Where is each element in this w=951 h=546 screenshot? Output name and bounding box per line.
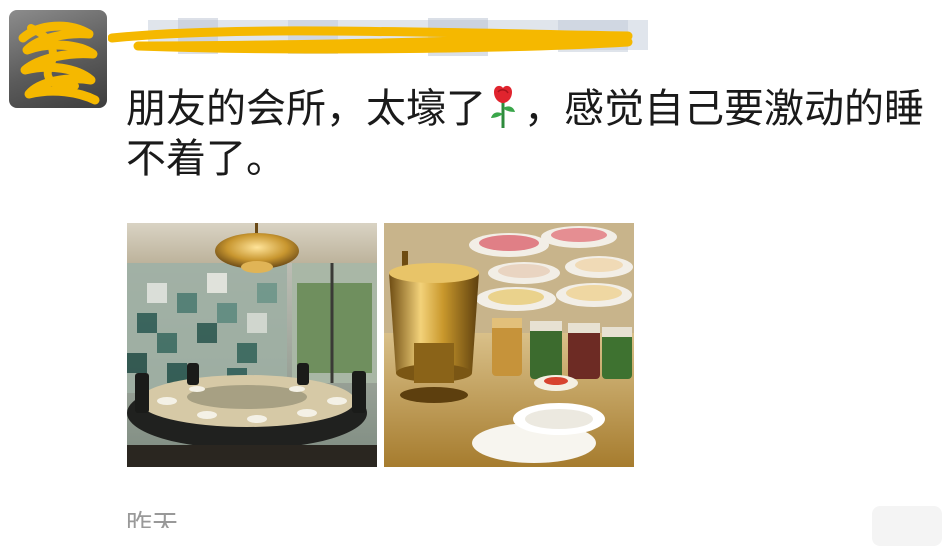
post-text-part-1: 朋友的会所，太壕了: [126, 86, 486, 132]
photo-dining-room[interactable]: [127, 223, 377, 467]
username-redaction: [108, 18, 648, 56]
timestamp: 昨天: [126, 510, 179, 528]
avatar-redaction-scribble: [18, 21, 100, 105]
post-text: 朋友的会所，太壕了 ，感觉自己要激动的睡不着了。: [126, 84, 936, 184]
photo-hotpot-table[interactable]: [384, 223, 634, 467]
rose-icon: [488, 84, 518, 130]
moment-post: 朋友的会所，太壕了 ，感觉自己要激动的睡不着了。 昨天: [0, 0, 951, 546]
comment-action-button[interactable]: [872, 506, 942, 546]
avatar[interactable]: [9, 10, 107, 108]
